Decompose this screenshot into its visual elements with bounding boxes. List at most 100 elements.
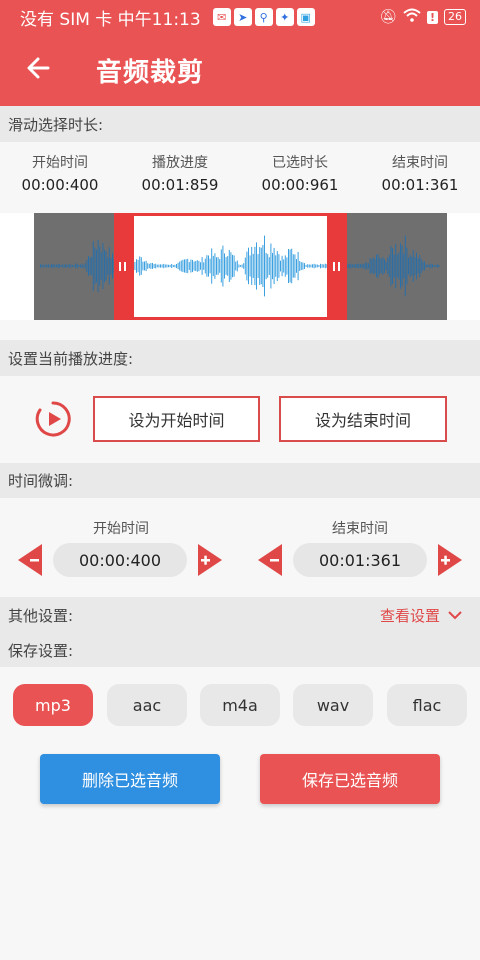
waveform-bar [171,264,173,268]
format-m4a[interactable]: m4a [200,684,280,726]
format-mp3[interactable]: mp3 [13,684,93,726]
section-slide-duration: 滑动选择时长: [0,106,480,142]
back-arrow-icon[interactable] [20,48,60,88]
waveform-bar [409,254,411,278]
waveform-bar [158,264,160,268]
alert-icon: ! [426,10,438,24]
info-end-time: 结束时间 00:01:361 [360,152,480,194]
waveform-bar [56,264,57,268]
waveform-bar [296,259,297,273]
waveform-bar [219,259,221,273]
waveform-bar [64,264,65,268]
waveform-bar [276,251,278,281]
section-fine-tune: 时间微调: [0,463,480,498]
waveform-bar [308,264,310,268]
other-settings-label: 其他设置: [8,606,74,625]
waveform-bar [200,262,201,270]
waveform-bar [313,263,315,269]
search-app-icon: ⚲ [254,8,273,26]
waveform-bar [320,263,321,269]
view-settings-link[interactable]: 查看设置 [380,605,462,626]
waveform-bar [144,261,145,271]
format-wav[interactable]: wav [293,684,373,726]
waveform-bar [316,264,318,268]
start-time-field[interactable]: 00:00:400 [53,543,187,577]
waveform-bar [94,247,96,285]
end-increase-icon[interactable] [438,544,462,576]
waveform-bar [310,264,312,268]
waveform-bar [60,265,62,267]
waveform-bar [212,255,214,277]
waveform-bar [108,247,110,285]
view-settings-label: 查看设置 [379,606,440,625]
waveform-bar [275,255,277,277]
waveform-bar [270,243,272,289]
waveform-bar [156,264,158,268]
waveform-bar [256,242,257,290]
info-value: 00:00:400 [21,176,99,194]
waveform-bar [268,257,270,275]
waveform-bar [321,264,323,268]
waveform-bar [288,249,289,283]
waveform-bar [374,258,376,274]
set-end-time-button[interactable]: 设为结束时间 [279,396,447,442]
waveform-bar [396,254,398,278]
waveform-bar [177,262,179,270]
waveform-bar [70,264,72,268]
waveform-bar [272,252,273,280]
waveform-bar [254,246,256,286]
waveform-bar [62,264,64,268]
waveform-bar [312,264,313,268]
waveform-bar [137,259,139,273]
waveform-bar [315,264,317,268]
waveform-bar [419,255,421,277]
end-decrease-icon[interactable] [258,544,282,576]
delete-selected-audio-button[interactable]: 删除已选音频 [40,754,220,804]
waveform-bar [304,263,305,269]
waveform-bar [91,256,93,276]
waveform-bar [168,264,169,268]
play-icon[interactable] [34,400,72,438]
waveform-area[interactable] [0,213,480,320]
waveform-bar [366,262,368,270]
waveform-bar [228,250,230,282]
waveform-bar [174,264,176,268]
waveform-bar [233,255,235,277]
waveform-bar [220,249,222,283]
waveform-bar [430,263,432,269]
waveform-bar [404,235,406,297]
waveform-bar [392,248,393,284]
start-increase-icon[interactable] [198,544,222,576]
waveform-bar [78,265,80,267]
format-aac[interactable]: aac [107,684,187,726]
waveform-bar [387,257,389,275]
waveform-bar [302,262,304,270]
wifi-icon [403,8,421,26]
waveform-bar [75,263,77,269]
set-start-time-button[interactable]: 设为开始时间 [93,396,260,442]
save-selected-audio-button[interactable]: 保存已选音频 [260,754,440,804]
waveform-bar [368,263,369,269]
waveform-bar [155,263,157,269]
info-value: 00:01:361 [381,176,459,194]
book-icon: ▣ [296,8,315,26]
start-decrease-icon[interactable] [18,544,42,576]
waveform-bar [52,264,54,268]
waveform-bar [262,244,264,287]
waveform-bar [161,264,163,268]
section-playback: 设置当前播放进度: [0,340,480,376]
waveform-bar [68,264,70,268]
format-flac[interactable]: flac [387,684,467,726]
page-title: 音频裁剪 [96,58,205,88]
waveform-bar [107,257,109,275]
waveform-bar [240,265,241,267]
info-selected-duration: 已选时长 00:00:961 [240,152,360,194]
right-trim-handle[interactable] [327,213,347,320]
waveform-bar [408,257,409,275]
waveform-bar [371,259,373,273]
info-label: 播放进度 [152,155,208,171]
waveform-bar [299,261,301,271]
end-time-field[interactable]: 00:01:361 [293,543,427,577]
waveform-bar [89,257,91,275]
info-start-time: 开始时间 00:00:400 [0,152,120,194]
